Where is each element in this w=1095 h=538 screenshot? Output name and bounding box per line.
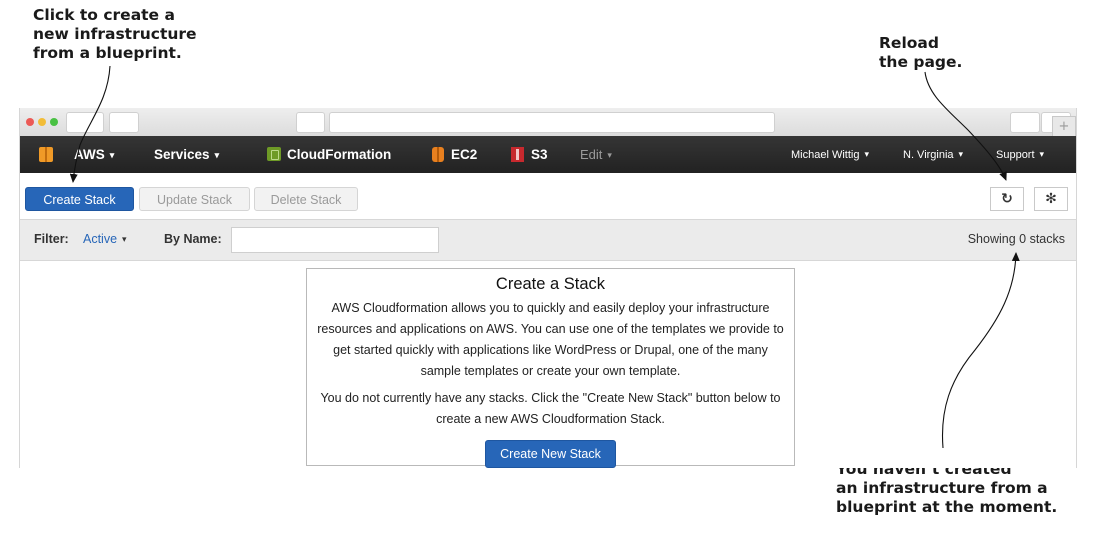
cloudformation-icon	[267, 147, 281, 161]
callout-reload: Reload the page.	[879, 34, 962, 72]
empty-state-message: You do not currently have any stacks. Cl…	[320, 391, 781, 426]
refresh-icon[interactable]: ↻	[990, 187, 1024, 211]
region-menu-label: N. Virginia	[903, 149, 954, 161]
create-stack-button[interactable]: Create Stack	[25, 187, 134, 211]
settings-gear-icon[interactable]: ✻	[1034, 187, 1068, 211]
cloudformation-shortcut[interactable]: CloudFormation	[267, 136, 391, 173]
support-menu-label: Support	[996, 149, 1035, 161]
share-button[interactable]	[1010, 112, 1040, 133]
callout-line: the page.	[879, 53, 963, 71]
cloudformation-label: CloudFormation	[287, 147, 392, 162]
panel-title: Create a Stack	[495, 275, 606, 293]
filter-label: Filter:	[34, 232, 69, 246]
callout-line: blueprint at the moment.	[836, 498, 1058, 516]
new-tab-icon[interactable]: +	[1052, 116, 1076, 137]
support-menu[interactable]: Support ▾	[996, 136, 1044, 173]
ec2-shortcut[interactable]: EC2	[432, 136, 477, 173]
chevron-down-icon: ▾	[214, 150, 220, 160]
callout-line: Click to create a	[33, 6, 175, 24]
aws-menu[interactable]: AWS ▾	[74, 136, 114, 173]
sidebar-toggle-button[interactable]	[296, 112, 325, 133]
update-stack-button[interactable]: Update Stack	[139, 187, 250, 211]
callout-line: from a blueprint.	[33, 44, 182, 62]
create-stack-panel: Create a Stack AWS Cloudformation allows…	[306, 268, 795, 468]
filter-status-value: Active	[83, 232, 118, 246]
services-menu-label: Services	[154, 147, 210, 162]
edit-menu-label: Edit	[580, 147, 603, 162]
filter-status-dropdown[interactable]: Active ▾	[83, 232, 127, 246]
window-titlebar: +	[20, 108, 1076, 137]
s3-label: S3	[531, 147, 548, 162]
address-bar[interactable]	[329, 112, 775, 133]
back-button[interactable]	[66, 112, 104, 133]
callout-create-stack: Click to create a new infrastructure fro…	[33, 6, 197, 63]
chevron-down-icon: ▾	[864, 149, 869, 159]
callout-line: Reload	[879, 34, 939, 52]
stack-toolbar: Create Stack Update Stack Delete Stack ↻…	[20, 173, 1076, 217]
services-menu[interactable]: Services ▾	[154, 136, 219, 173]
account-menu[interactable]: Michael Wittig ▾	[791, 136, 869, 173]
chevron-down-icon: ▾	[122, 234, 127, 244]
region-menu[interactable]: N. Virginia ▾	[903, 136, 963, 173]
stack-count: Showing 0 stacks	[967, 232, 1065, 246]
browser-window: + AWS ▾ Services ▾ CloudFormation EC2 S3 E…	[19, 108, 1077, 468]
edit-menu[interactable]: Edit ▾	[580, 136, 612, 173]
callout-line: an infrastructure from a	[836, 479, 1048, 497]
panel-description: AWS Cloudformation allows you to quickly…	[317, 301, 784, 378]
aws-cube-icon[interactable]	[39, 147, 53, 162]
by-name-label: By Name:	[164, 232, 222, 246]
aws-navbar: AWS ▾ Services ▾ CloudFormation EC2 S3 Edi…	[20, 136, 1076, 173]
aws-menu-label: AWS	[74, 147, 105, 162]
chevron-down-icon: ▾	[1039, 149, 1045, 159]
ec2-icon	[432, 147, 444, 162]
chevron-down-icon: ▾	[958, 149, 964, 159]
chevron-down-icon: ▾	[109, 150, 115, 160]
chevron-down-icon: ▾	[607, 150, 612, 160]
create-new-stack-button[interactable]: Create New Stack	[485, 440, 616, 468]
callout-no-stacks: You haven’t created an infrastructure fr…	[836, 460, 1057, 517]
filter-bar: Filter: Active ▾ By Name: Showing 0 stack…	[20, 219, 1076, 261]
ec2-label: EC2	[451, 147, 478, 162]
s3-icon	[511, 147, 524, 162]
minimize-window-icon[interactable]	[38, 118, 46, 126]
forward-button[interactable]	[109, 112, 139, 133]
delete-stack-button[interactable]: Delete Stack	[254, 187, 358, 211]
s3-shortcut[interactable]: S3	[511, 136, 548, 173]
close-window-icon[interactable]	[26, 118, 34, 126]
callout-line: new infrastructure	[33, 25, 197, 43]
name-filter-input[interactable]	[231, 227, 439, 253]
account-menu-label: Michael Wittig	[791, 149, 860, 161]
zoom-window-icon[interactable]	[50, 118, 58, 126]
